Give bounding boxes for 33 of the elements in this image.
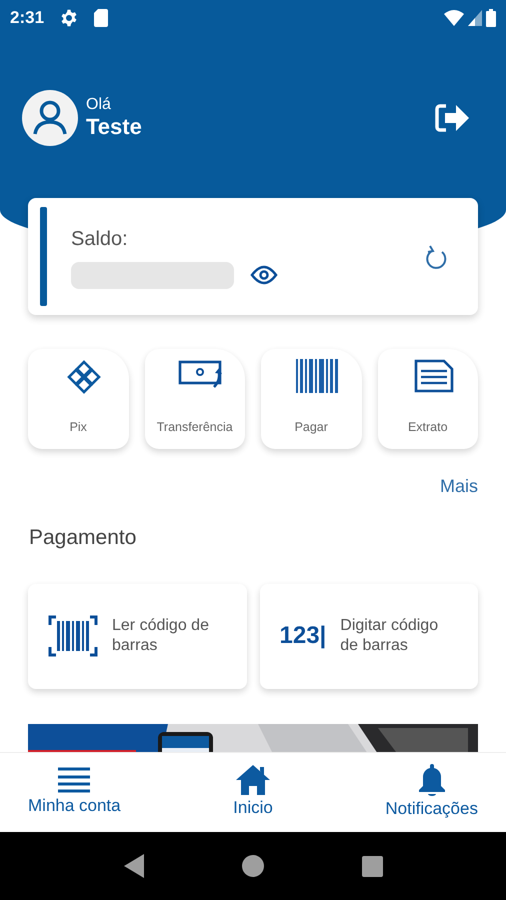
shortcut-tile[interactable]: Extrato [378, 349, 478, 449]
logout-button[interactable] [434, 102, 470, 134]
money-transfer-icon [178, 359, 224, 389]
diamond-icon [66, 359, 102, 395]
nav-tab[interactable]: Notificações [385, 764, 478, 822]
menu-icon [57, 767, 92, 793]
section-title: Pagamento [29, 525, 138, 551]
nav-tab[interactable]: Minha conta [28, 766, 121, 818]
user-name: Teste [86, 114, 142, 140]
shortcut-tile[interactable]: Transferência [144, 349, 245, 449]
settings-icon [60, 9, 78, 27]
home-button-icon[interactable] [242, 855, 264, 877]
barcode-icon [296, 359, 338, 393]
wifi-icon [444, 10, 464, 26]
status-time: 2:31 [10, 7, 44, 30]
more-link[interactable]: Mais [440, 473, 478, 500]
balance-label: Saldo: [71, 227, 129, 252]
numeric-entry-icon: 123| [280, 618, 326, 654]
recents-icon[interactable] [362, 856, 382, 876]
back-icon[interactable] [124, 854, 144, 878]
sd-card-icon [94, 9, 108, 27]
avatar-icon [22, 90, 78, 146]
nav-tab[interactable]: Inicio [233, 764, 273, 820]
shortcut-tile[interactable]: Pix [28, 349, 128, 449]
battery-icon [486, 9, 496, 27]
greeting-text: Olá [86, 96, 112, 114]
document-icon [414, 359, 454, 393]
home-icon [236, 764, 270, 795]
payment-option-button[interactable]: Ler código de barras [28, 584, 246, 688]
bell-icon [418, 764, 446, 796]
signal-icon [468, 10, 482, 26]
shortcut-tile[interactable]: Pagar [261, 349, 362, 449]
barcode-scan-icon [48, 615, 98, 657]
